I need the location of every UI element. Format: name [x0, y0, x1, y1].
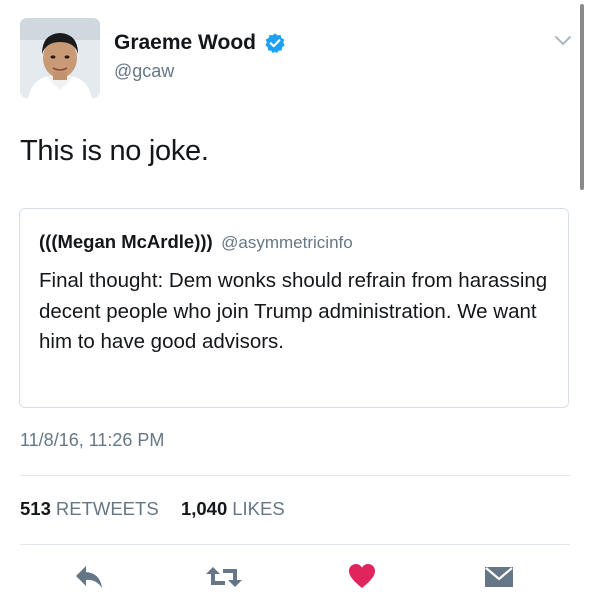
quoted-author-handle: @asymmetricinfo	[221, 233, 353, 252]
verified-badge-icon	[264, 32, 286, 54]
like-button[interactable]	[348, 563, 376, 589]
retweet-button[interactable]	[205, 564, 243, 590]
retweets-stat[interactable]: 513 RETWEETS	[20, 498, 164, 519]
quoted-author-name: (((Megan McArdle)))	[39, 231, 213, 252]
author-handle[interactable]: @gcaw	[114, 61, 174, 82]
tweet-text: This is no joke.	[20, 135, 209, 167]
scrollbar[interactable]	[580, 4, 584, 190]
retweet-icon	[205, 564, 243, 590]
divider	[20, 544, 570, 545]
likes-stat[interactable]: 1,040 LIKES	[181, 498, 285, 519]
reply-icon	[74, 563, 104, 591]
tweet-timestamp[interactable]: 11/8/16, 11:26 PM	[20, 430, 164, 451]
heart-icon	[348, 563, 376, 589]
likes-count: 1,040	[180, 498, 228, 519]
divider	[20, 475, 570, 476]
quoted-tweet-card[interactable]: (((Megan McArdle))) @asymmetricinfo Fina…	[19, 208, 569, 408]
reply-button[interactable]	[74, 563, 104, 591]
chevron-down-icon[interactable]	[553, 33, 573, 49]
likes-label: LIKES	[232, 498, 285, 519]
author-name-text: Graeme Wood	[114, 31, 256, 54]
author-display-name[interactable]: Graeme Wood	[114, 31, 286, 55]
tweet-stats: 513 RETWEETS 1,040 LIKES	[20, 498, 285, 520]
retweets-label: RETWEETS	[55, 498, 159, 519]
quoted-tweet-text: Final thought: Dem wonks should refrain …	[39, 269, 548, 353]
direct-message-button[interactable]	[484, 566, 514, 588]
retweets-count: 513	[20, 498, 51, 519]
profile-photo	[20, 18, 100, 98]
envelope-icon	[484, 566, 514, 588]
quoted-tweet-header: (((Megan McArdle))) @asymmetricinfo	[39, 231, 353, 253]
avatar[interactable]	[20, 18, 100, 98]
